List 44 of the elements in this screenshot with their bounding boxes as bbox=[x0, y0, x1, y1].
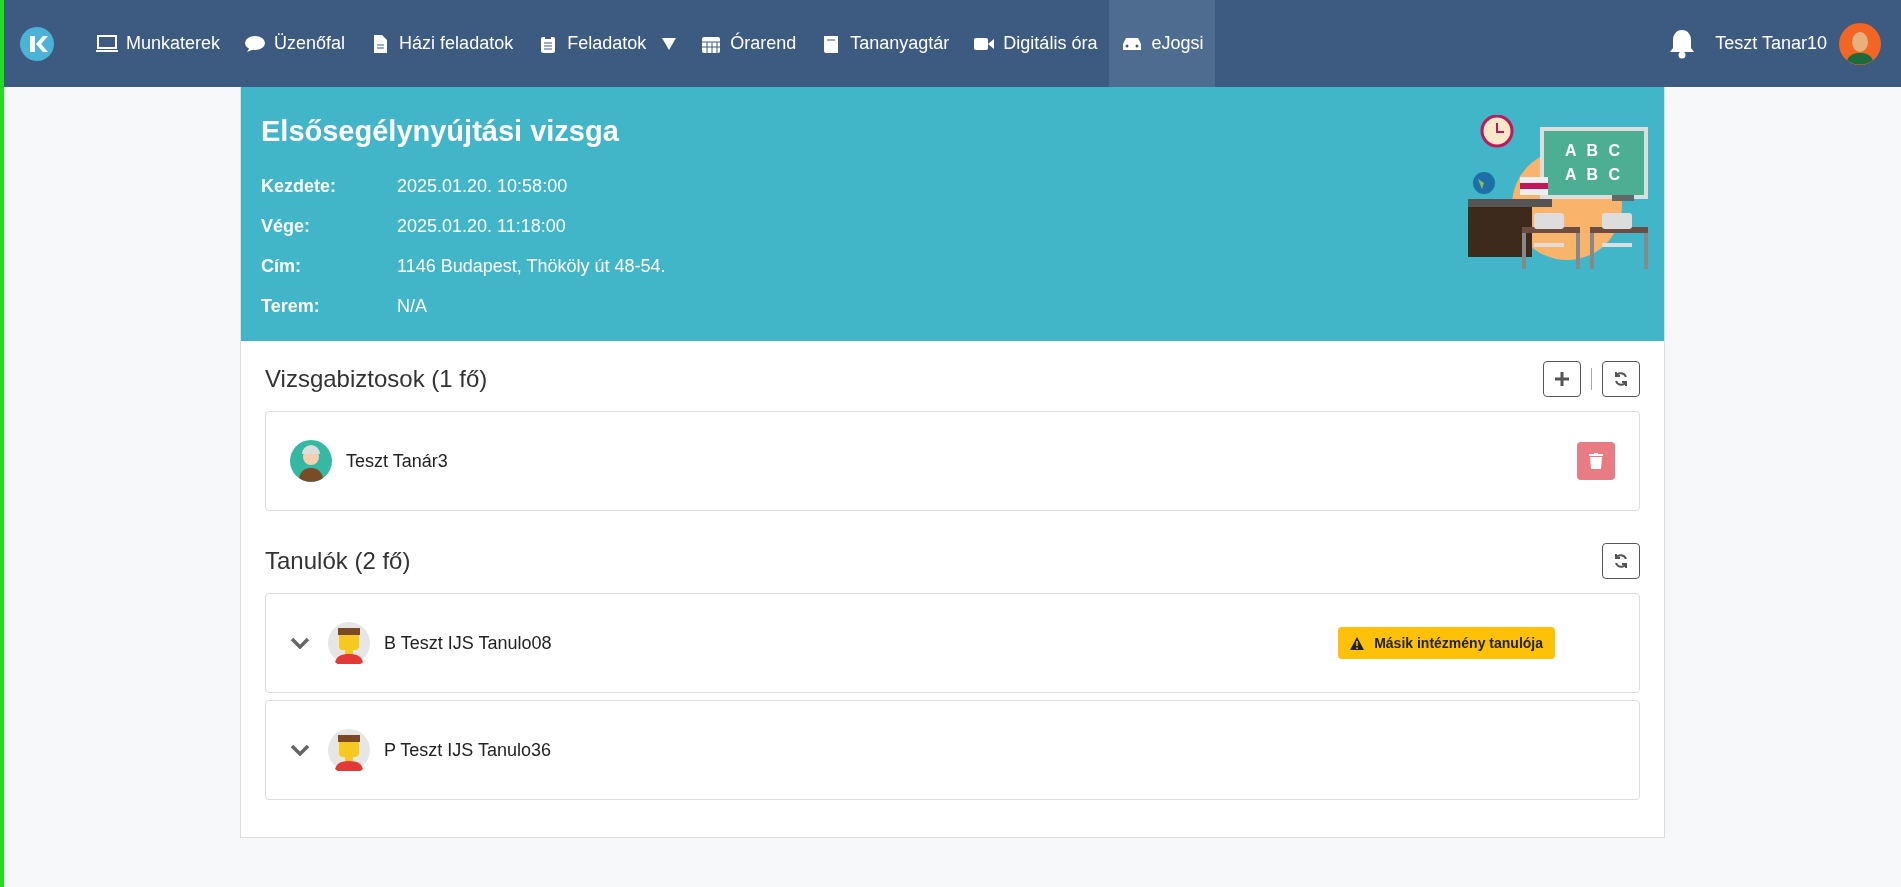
section-title: Tanulók (2 fő) bbox=[265, 547, 412, 575]
field-value: N/A bbox=[397, 295, 427, 317]
logo-icon[interactable] bbox=[20, 26, 54, 61]
nav-item[interactable]: eJogsi bbox=[1109, 0, 1216, 87]
nav-item[interactable]: Munkaterek bbox=[84, 0, 233, 87]
nav-item[interactable]: Üzenőfal bbox=[232, 0, 358, 87]
exam-title: Elsősegélynyújtási vizsga bbox=[261, 115, 620, 148]
board-text: A B C bbox=[1565, 166, 1623, 184]
field-label: Kezdete: bbox=[261, 175, 337, 197]
board-text: A B C bbox=[1565, 142, 1623, 160]
add-button[interactable] bbox=[1543, 361, 1581, 397]
nav-item[interactable]: Tananyagtár bbox=[808, 0, 962, 87]
nav-item[interactable]: Feladatok bbox=[525, 0, 689, 87]
chevron-icon[interactable] bbox=[290, 744, 310, 756]
speech-bubble-icon bbox=[244, 33, 267, 54]
chevron-icon[interactable] bbox=[290, 637, 310, 649]
examiner-name: Teszt Tanár3 bbox=[346, 450, 448, 472]
avatar-icon bbox=[328, 622, 370, 664]
section-title: Vizsgabiztosok (1 fő) bbox=[265, 365, 489, 393]
nav-item[interactable]: Házi feladatok bbox=[357, 0, 526, 87]
refresh-icon bbox=[1613, 553, 1629, 569]
refresh-icon bbox=[1613, 371, 1629, 387]
student-name: P Teszt IJS Tanulo36 bbox=[384, 739, 552, 761]
field-label: Cím: bbox=[261, 255, 302, 277]
laptop-icon bbox=[96, 33, 118, 54]
warning-badge: Másik intézmény tanulója bbox=[1338, 627, 1555, 659]
student-name: B Teszt IJS Tanulo08 bbox=[384, 632, 552, 654]
nav-item[interactable]: Órarend bbox=[688, 0, 809, 87]
nav-item[interactable]: Digitális óra bbox=[961, 0, 1110, 87]
field-label: Vége: bbox=[261, 215, 312, 237]
delete-button[interactable] bbox=[1577, 442, 1615, 480]
plus-icon bbox=[1554, 371, 1570, 387]
field-value: 1146 Budapest, Thököly út 48-54. bbox=[397, 255, 666, 277]
field-value: 2025.01.20. 11:18:00 bbox=[397, 215, 566, 237]
refresh-button[interactable] bbox=[1602, 361, 1640, 397]
avatar-icon bbox=[328, 729, 370, 771]
refresh-button[interactable] bbox=[1602, 543, 1640, 579]
bell-icon[interactable] bbox=[1669, 28, 1696, 59]
user-name[interactable]: Teszt Tanar10 bbox=[1715, 33, 1827, 54]
avatar-icon bbox=[290, 440, 332, 482]
avatar-icon[interactable] bbox=[1839, 22, 1881, 65]
trash-icon bbox=[1589, 453, 1603, 469]
field-value: 2025.01.20. 10:58:00 bbox=[397, 175, 568, 197]
field-label: Terem: bbox=[261, 295, 321, 317]
